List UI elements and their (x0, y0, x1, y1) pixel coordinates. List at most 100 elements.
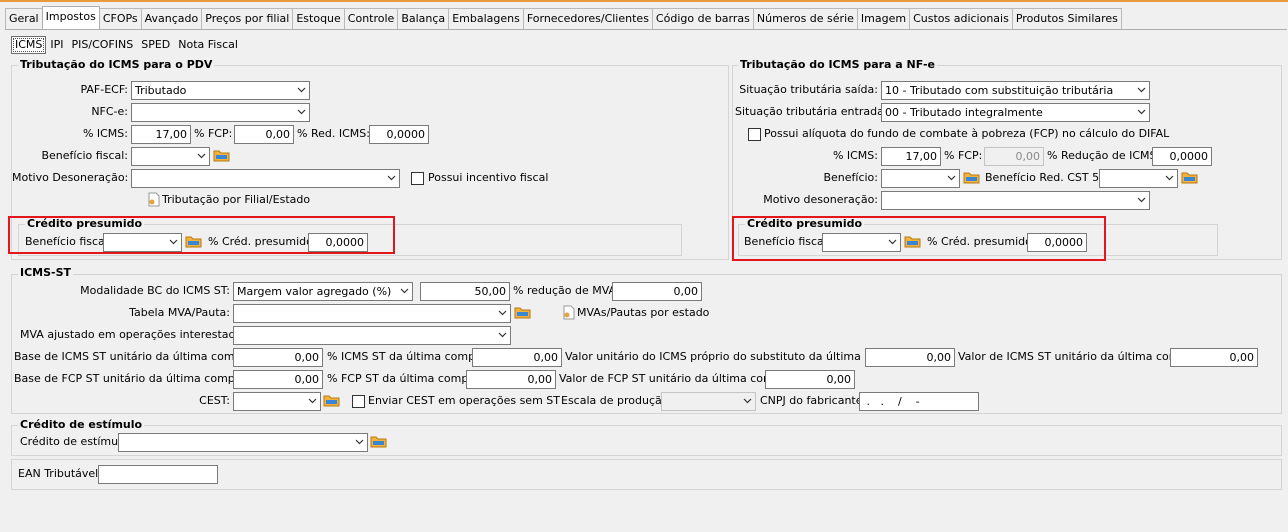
red-mva-input[interactable]: 0,00 (612, 282, 702, 301)
nfe-red-input[interactable]: 0,0000 (1152, 147, 1212, 166)
nfce-select[interactable] (131, 103, 310, 122)
pdv-icms-input[interactable]: 17,00 (131, 125, 191, 144)
modalidade-value: Margem valor agregado (%) (237, 285, 392, 298)
saida-select[interactable]: 10 - Tributado com substituição tributár… (881, 81, 1150, 100)
cnpj-label: CNPJ do fabricante: (760, 394, 867, 407)
mva-input[interactable]: 50,00 (420, 282, 510, 301)
folder-search-icon[interactable] (514, 305, 532, 320)
entrada-select[interactable]: 00 - Tributado integralmente (881, 103, 1150, 122)
valor-icms-st-label: Valor de ICMS ST unitário da última comp… (958, 350, 1202, 363)
tabela-mva-label: Tabela MVA/Pauta: (129, 306, 230, 319)
paf-ecf-label: PAF-ECF: (80, 83, 128, 96)
pdv-beneficio-label: Benefício fiscal: (41, 149, 128, 162)
pdv-motivo-label: Motivo Desoneração: (12, 171, 129, 184)
chevron-down-icon (297, 107, 306, 115)
base-fcp-st-input[interactable]: 0,00 (233, 370, 323, 389)
red-cst-select[interactable] (1099, 169, 1178, 188)
ean-label: EAN Tributável: (18, 467, 102, 480)
paf-ecf-value: Tributado (135, 84, 187, 97)
tab-numeros-de-serie[interactable]: Números de série (752, 8, 858, 29)
subtab-ipi[interactable]: IPI (46, 36, 67, 54)
chevron-down-icon (1137, 195, 1146, 203)
valor-icms-st-input[interactable]: 0,00 (1170, 348, 1258, 367)
subtab-pis-cofins[interactable]: PIS/COFINS (68, 36, 138, 54)
subtab-nota-fiscal[interactable]: Nota Fiscal (174, 36, 242, 54)
tabela-mva-select[interactable] (233, 304, 511, 323)
nfe-icms-input[interactable]: 17,00 (881, 147, 941, 166)
tab-controle[interactable]: Controle (343, 8, 399, 29)
incentivo-fiscal-checkbox[interactable] (411, 172, 424, 185)
tab-balanca[interactable]: Balança (397, 8, 450, 29)
folder-search-icon[interactable] (1181, 170, 1199, 185)
pct-icms-st-input[interactable]: 0,00 (472, 348, 562, 367)
tab-fornecedores-clientes[interactable]: Fornecedores/Clientes (522, 8, 653, 29)
tab-geral[interactable]: Geral (5, 8, 43, 29)
chevron-down-icon (1137, 85, 1146, 93)
subtab-icms[interactable]: ICMS (11, 36, 47, 54)
tab-imagem[interactable]: Imagem (856, 8, 911, 29)
chevron-down-icon (498, 308, 507, 316)
link-page-icon[interactable] (148, 192, 160, 207)
enviar-cest-checkbox[interactable] (352, 395, 365, 408)
red-cst-label: Benefício Red. CST 51: (985, 171, 1110, 184)
difal-checkbox[interactable] (748, 128, 761, 141)
pdv-red-icms-input[interactable]: 0,0000 (369, 125, 429, 144)
mva-ajustado-label: MVA ajustado em operações interestaduais… (20, 328, 262, 341)
pct-fcp-st-input[interactable]: 0,00 (466, 370, 556, 389)
chevron-down-icon (387, 173, 396, 181)
valor-fcp-st-input[interactable]: 0,00 (765, 370, 855, 389)
escala-label: Escala de produção: (561, 394, 673, 407)
cnpj-input[interactable]: . . / - (859, 392, 979, 411)
paf-ecf-select[interactable]: Tributado (131, 81, 310, 100)
tab-codigo-de-barras[interactable]: Código de barras (651, 8, 754, 29)
chevron-down-icon (400, 286, 409, 294)
nfe-fcp-input[interactable]: 0,00 (984, 147, 1044, 166)
nfe-icms-label: % ICMS: (832, 149, 878, 162)
estimulo-select[interactable] (118, 433, 368, 452)
folder-search-icon[interactable] (963, 170, 981, 185)
tab-avancado[interactable]: Avançado (140, 8, 203, 29)
tab-custos-adicionais[interactable]: Custos adicionais (909, 8, 1013, 29)
chevron-down-icon (197, 151, 206, 159)
pdv-beneficio-select[interactable] (131, 147, 210, 166)
modalidade-select[interactable]: Margem valor agregado (%) (233, 282, 413, 301)
tab-impostos[interactable]: Impostos (41, 6, 100, 29)
escala-select[interactable] (661, 392, 756, 411)
chevron-down-icon (308, 396, 317, 404)
subtab-sped[interactable]: SPED (137, 36, 174, 54)
mvas-pautas-link[interactable]: MVAs/Pautas por estado (577, 304, 709, 322)
pct-icms-st-label: % ICMS ST da última compra: (327, 350, 491, 363)
pdv-fcp-input[interactable]: 0,00 (234, 125, 294, 144)
folder-search-icon[interactable] (213, 148, 231, 163)
tab-produtos-similares[interactable]: Produtos Similares (1011, 8, 1122, 29)
cest-label: CEST: (199, 394, 230, 407)
chevron-down-icon (355, 437, 364, 445)
modalidade-label: Modalidade BC do ICMS ST: (80, 284, 230, 297)
tab-estoque[interactable]: Estoque (292, 8, 345, 29)
mva-ajustado-select[interactable] (233, 326, 511, 345)
nfe-credito-highlight (732, 216, 1106, 261)
tab-cfops[interactable]: CFOPs (98, 8, 142, 29)
nfe-motivo-select[interactable] (881, 191, 1150, 210)
pdv-credito-highlight (8, 216, 395, 254)
ean-input[interactable] (98, 465, 218, 484)
chevron-down-icon (947, 173, 956, 181)
pdv-red-icms-label: % Red. ICMS: (297, 127, 370, 140)
tab-embalagens[interactable]: Embalagens (448, 8, 524, 29)
filial-estado-link[interactable]: Tributação por Filial/Estado (162, 191, 310, 209)
folder-search-icon[interactable] (370, 434, 388, 449)
cest-select[interactable] (233, 392, 321, 411)
pdv-icms-label: % ICMS: (82, 127, 128, 140)
chevron-down-icon (498, 330, 507, 338)
nfe-beneficio-select[interactable] (881, 169, 960, 188)
link-page-icon[interactable] (563, 305, 575, 320)
main-tabs: Geral Impostos CFOPs Avançado Preços por… (5, 6, 1122, 29)
nfe-motivo-label: Motivo desoneração: (763, 193, 878, 206)
sub-tabs: ICMS IPI PIS/COFINS SPED Nota Fiscal (11, 36, 242, 55)
folder-search-icon[interactable] (323, 393, 341, 408)
tab-precos-por-filial[interactable]: Preços por filial (201, 8, 294, 29)
pdv-motivo-select[interactable] (131, 169, 400, 188)
nfe-group-title: Tributação do ICMS para a NF-e (738, 58, 937, 71)
valor-proprio-input[interactable]: 0,00 (865, 348, 955, 367)
base-icms-st-input[interactable]: 0,00 (233, 348, 323, 367)
